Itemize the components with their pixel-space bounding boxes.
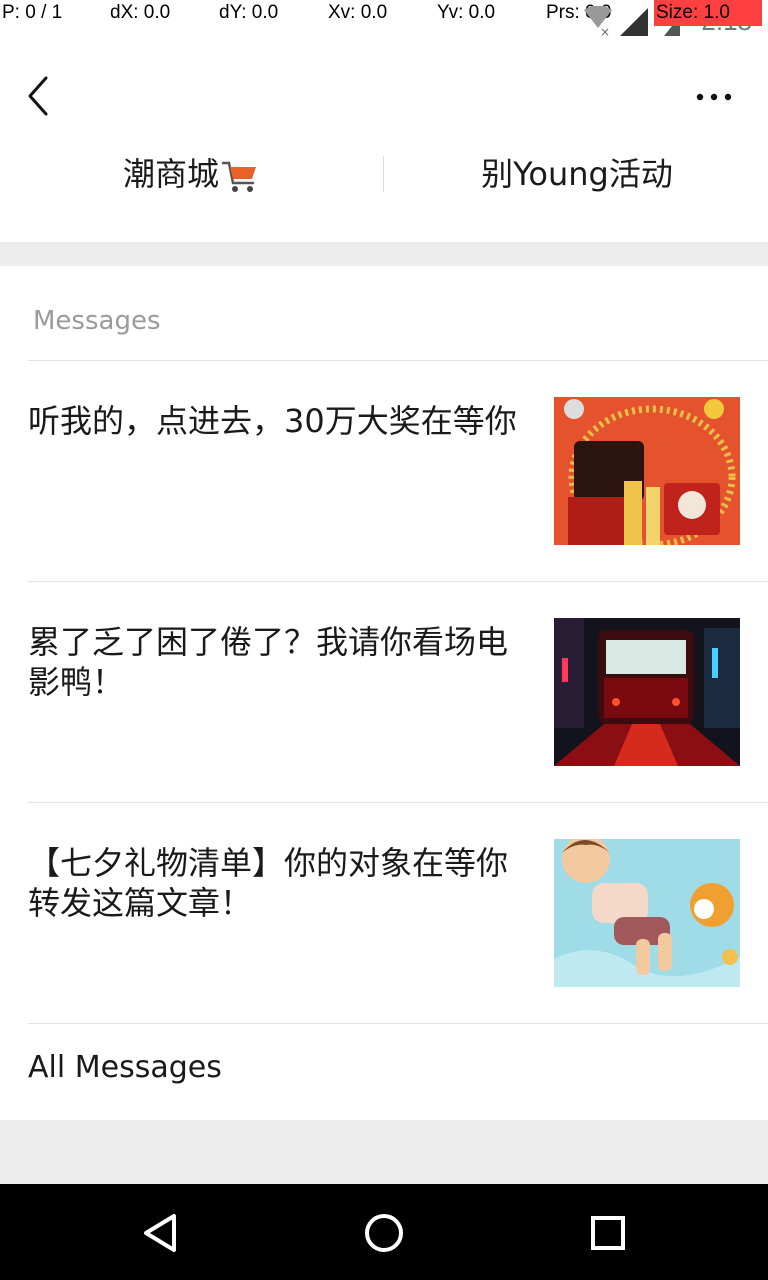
message-title: 【七夕礼物清单】你的对象在等你转发这篇文章！ — [28, 844, 509, 922]
debug-yv: Yv: 0.0 — [437, 2, 496, 23]
messages-section-title: Messages — [33, 306, 161, 336]
more-button[interactable] — [694, 82, 738, 112]
back-button[interactable] — [18, 72, 62, 120]
more-dots-icon — [696, 93, 732, 101]
message-item[interactable]: 累了乏了困了倦了？我请你看场电影鸭！ — [0, 582, 768, 803]
debug-dx: dX: 0.0 — [110, 2, 171, 23]
menu-divider — [383, 156, 384, 192]
debug-xv: Xv: 0.0 — [328, 2, 388, 23]
circle-home-icon — [365, 1214, 403, 1252]
system-nav-bar — [0, 1184, 768, 1280]
debug-dy: dY: 0.0 — [219, 2, 279, 23]
message-item[interactable]: 听我的，点进去，30万大奖在等你 — [0, 361, 768, 582]
debug-size: Size: 1.0 — [654, 0, 762, 26]
footer-band — [0, 1120, 768, 1184]
chevron-left-icon — [28, 76, 48, 116]
nav-home-button[interactable] — [359, 1208, 409, 1258]
square-recents-icon — [591, 1216, 625, 1250]
divider — [28, 1023, 768, 1024]
nav-recents-button[interactable] — [583, 1208, 633, 1258]
menu-item-events[interactable]: 别Young活动 — [386, 140, 768, 210]
debug-pointer: P: 0 / 1 — [2, 2, 63, 23]
all-messages-link[interactable]: All Messages — [28, 1050, 222, 1085]
status-bar: P: 0 / 1 dX: 0.0 dY: 0.0 Xv: 0.0 Yv: 0.0… — [0, 0, 768, 36]
account-menu: 潮商城 别Young活动 — [0, 140, 768, 210]
boy-floating-image — [554, 839, 740, 987]
top-bar — [0, 60, 768, 132]
night-tram-image — [554, 618, 740, 766]
section-separator — [0, 242, 768, 266]
svg-text:×: × — [600, 25, 610, 36]
message-item[interactable]: 【七夕礼物清单】你的对象在等你转发这篇文章！ — [0, 803, 768, 1024]
triangle-back-icon — [144, 1214, 176, 1252]
menu-item-shop[interactable]: 潮商城 — [0, 140, 382, 210]
message-title: 累了乏了困了倦了？我请你看场电影鸭！ — [28, 623, 509, 701]
shopping-cart-icon — [221, 161, 256, 192]
message-title: 听我的，点进去，30万大奖在等你 — [28, 402, 517, 440]
gold-prize-image — [554, 397, 740, 545]
nav-back-button[interactable] — [134, 1208, 184, 1258]
menu-item-shop-label: 潮商城 — [122, 155, 219, 193]
